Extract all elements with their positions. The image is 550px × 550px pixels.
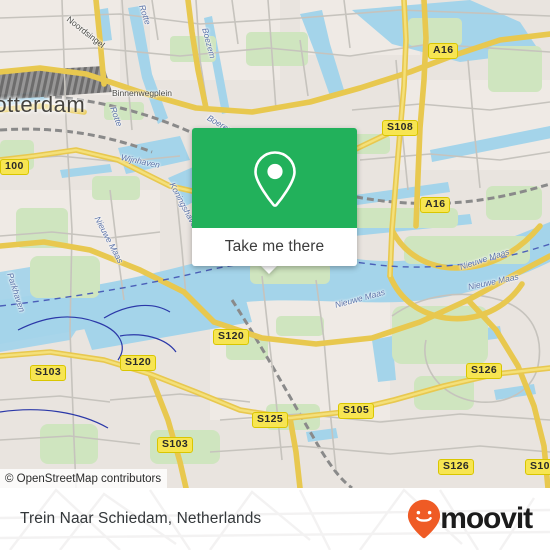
road-shield-s10: S10 bbox=[525, 459, 550, 475]
map-label: Rotterdam bbox=[0, 92, 86, 117]
road-shield-s125: S125 bbox=[252, 412, 289, 428]
road-shield-s126: S126 bbox=[438, 459, 475, 475]
page-title: Trein Naar Schiedam, Netherlands bbox=[20, 510, 262, 527]
road-shield-s126: S126 bbox=[466, 363, 503, 379]
map-label: Binnenwegplein bbox=[112, 88, 173, 98]
moovit-smiley-pin-icon bbox=[408, 499, 441, 539]
map-attribution[interactable]: © OpenStreetMap contributors bbox=[0, 469, 168, 488]
footer-bar: Trein Naar Schiedam, Netherlands moovit bbox=[0, 488, 550, 550]
road-shield-100: 100 bbox=[0, 159, 29, 175]
place-card[interactable]: Take me there bbox=[192, 128, 357, 266]
road-shield-s103: S103 bbox=[30, 365, 67, 381]
road-shield-s103: S103 bbox=[157, 437, 194, 453]
attribution-text: © OpenStreetMap contributors bbox=[5, 472, 162, 485]
take-me-there-button[interactable]: Take me there bbox=[192, 228, 357, 266]
card-pointer-tail bbox=[260, 265, 278, 274]
moovit-wordmark: moovit bbox=[440, 502, 533, 535]
road-shield-s105: S105 bbox=[338, 403, 375, 419]
moovit-brand-logo: moovit bbox=[407, 499, 533, 539]
road-shield-a16: A16 bbox=[428, 43, 459, 59]
road-shield-s108: S108 bbox=[382, 120, 419, 136]
road-shield-a16: A16 bbox=[420, 197, 451, 213]
road-shield-s120: S120 bbox=[120, 355, 157, 371]
location-pin-icon bbox=[253, 151, 296, 207]
road-shield-s120: S120 bbox=[213, 329, 250, 345]
take-me-there-label: Take me there bbox=[224, 238, 325, 255]
map-viewport[interactable]: RotterdamNoordsingelRotteBoezemBinnenweg… bbox=[0, 0, 550, 488]
place-card-header bbox=[192, 128, 357, 228]
moovit-map-screenshot: RotterdamNoordsingelRotteBoezemBinnenweg… bbox=[0, 0, 550, 550]
